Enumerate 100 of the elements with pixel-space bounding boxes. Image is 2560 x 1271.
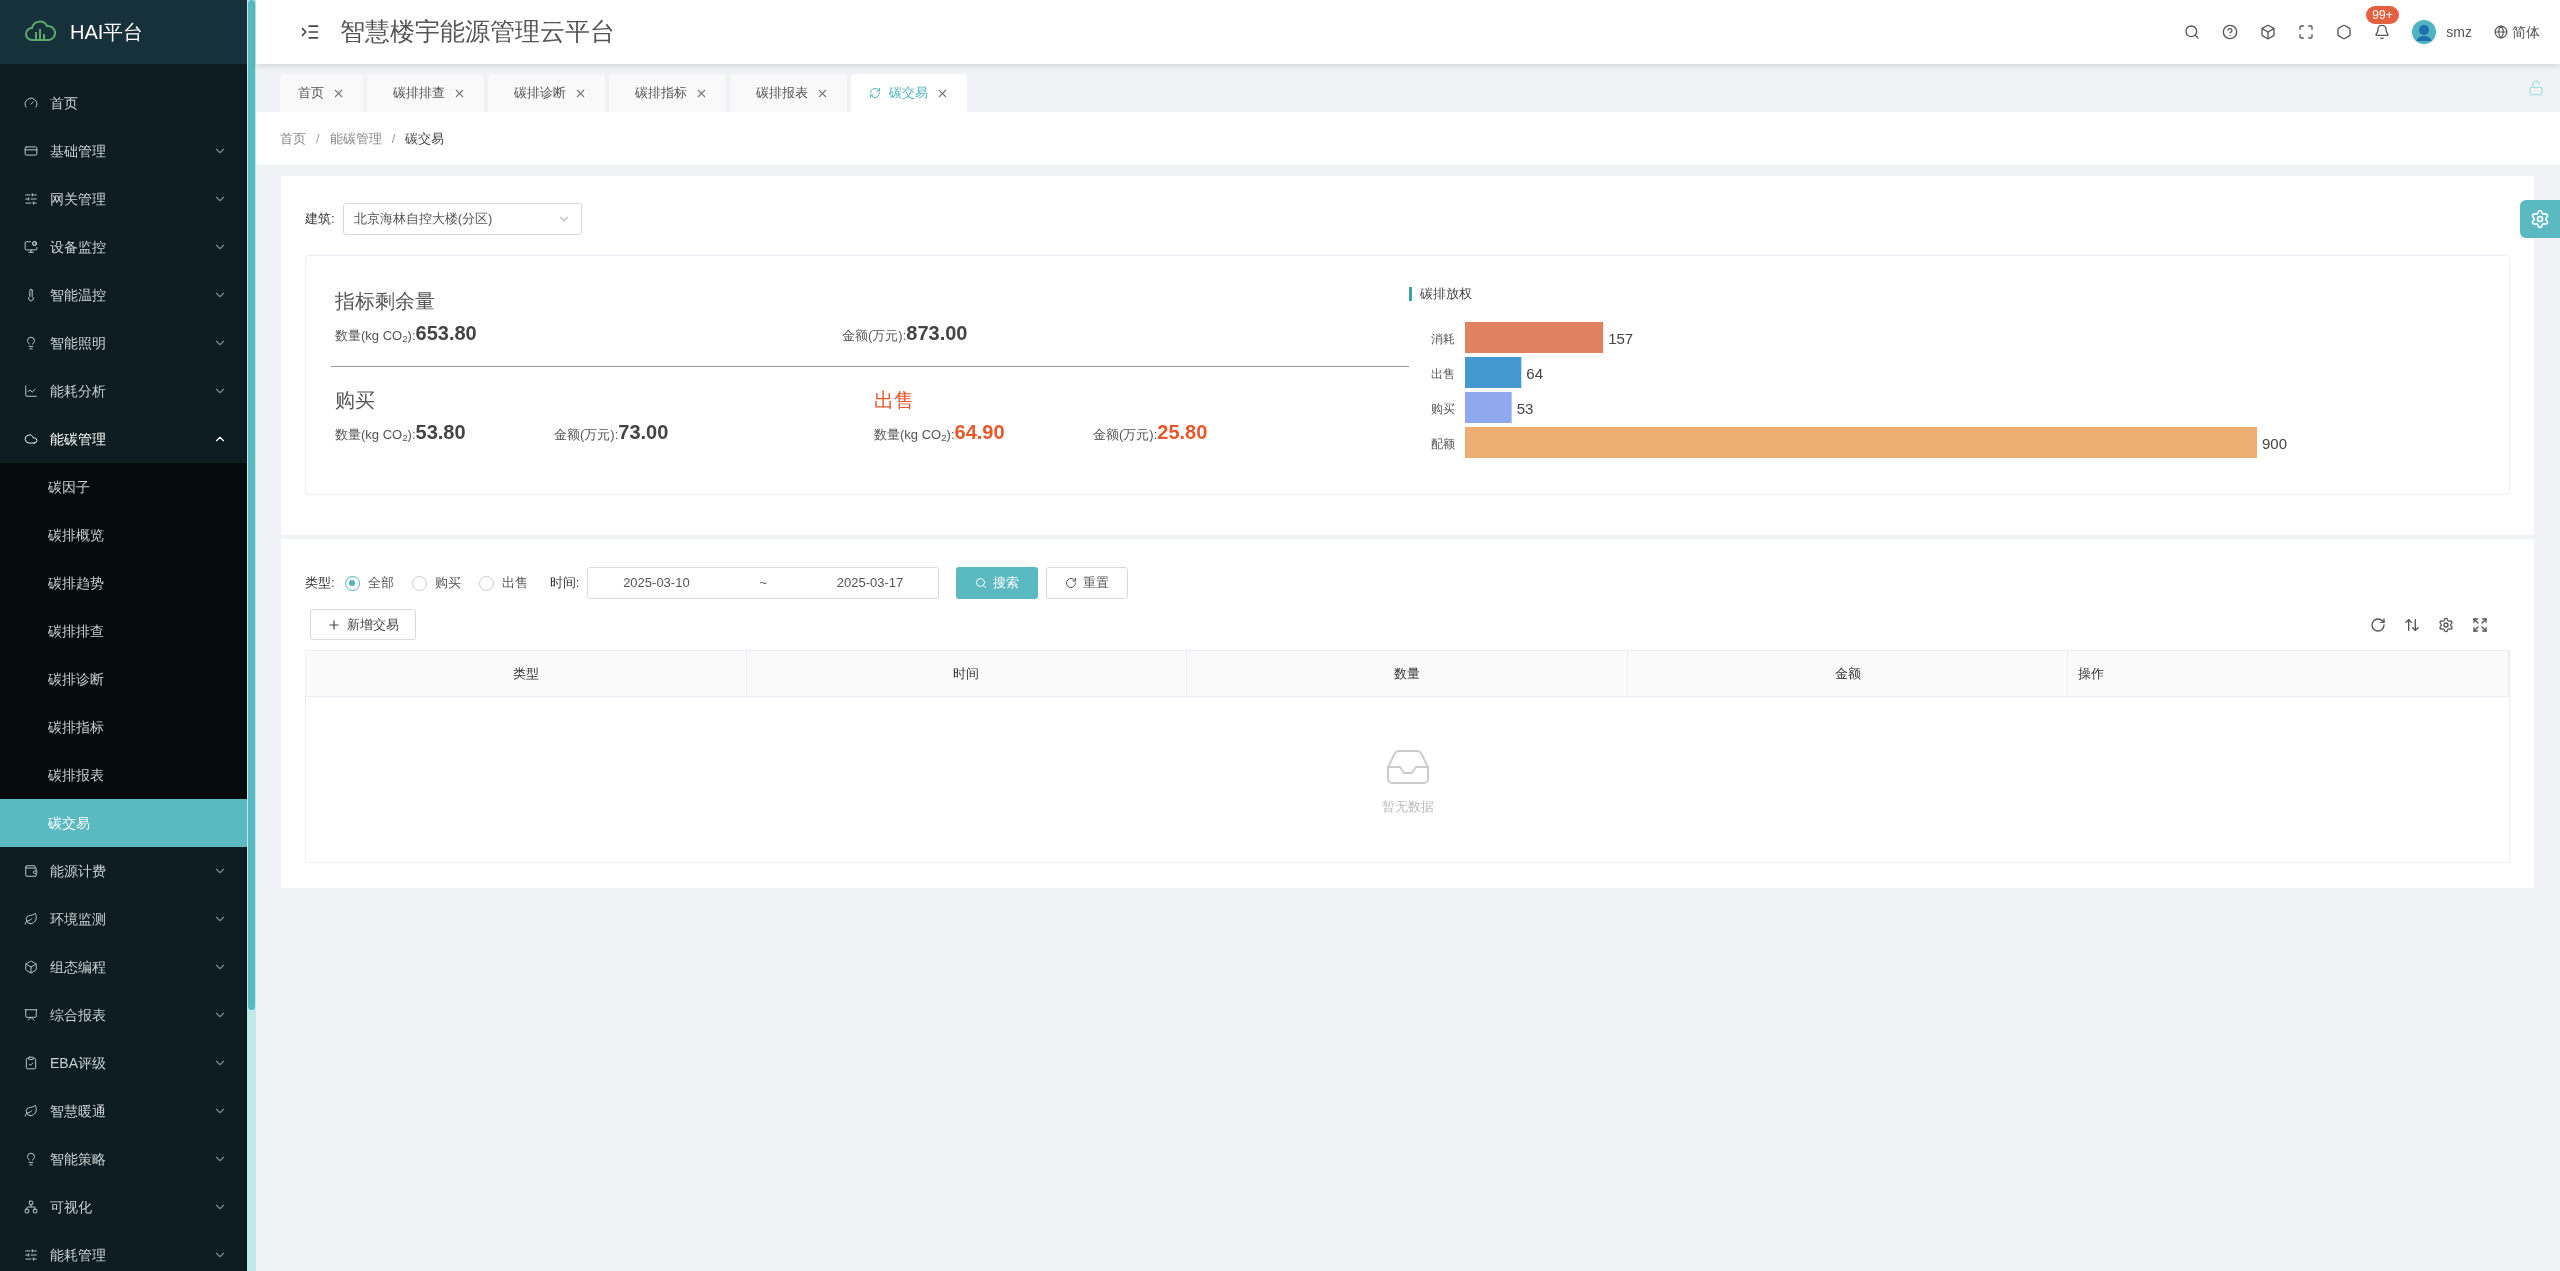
submenu-item[interactable]: 碳排概览 [0,511,247,559]
time-label: 时间: [549,574,580,593]
type-label: 类型: [305,574,335,593]
search-icon [975,577,988,589]
wallet-icon [24,864,38,878]
sidebar-item[interactable]: 能源计费 [0,847,247,895]
card-icon [24,144,38,158]
cloud-icon [24,432,38,446]
sidebar-item[interactable]: 首页 [0,79,247,127]
breadcrumb-item[interactable]: 首页 [280,128,306,149]
date-range-field[interactable]: 2025-03-10 ~ 2025-03-17 [587,567,940,599]
column-header: 数量 [1394,664,1420,683]
column-header: 时间 [953,664,980,683]
fullscreen-icon[interactable] [2298,24,2315,40]
tab[interactable]: 碳排指标 [609,74,726,112]
tab[interactable]: 碳排排查 [367,74,484,112]
scrollbar[interactable] [247,0,256,1271]
notification-icon[interactable] [2374,24,2391,40]
tab[interactable]: 碳排报表 [730,74,847,112]
axis-label: 配额 [1431,436,1455,450]
sliders-icon [24,192,38,206]
cube-icon[interactable] [2260,24,2277,40]
cube-icon [24,960,38,974]
axis-label: 购买 [1431,401,1455,415]
data-label: 53 [1516,399,1534,416]
help-icon[interactable] [2222,24,2239,40]
gauge-icon [24,96,38,110]
sidebar-item[interactable]: 智能策略 [0,1135,247,1183]
submenu-item[interactable]: 碳因子 [0,463,247,511]
quantity-label: 数量(kg CO$_{2}$): [874,427,955,445]
add-button[interactable]: 新增交易 [310,609,416,640]
data-label: 157 [1608,329,1634,346]
avatar[interactable] [2412,20,2437,44]
stat-title: 指标剩余量 [335,289,436,314]
sidebar-item[interactable]: EBA评级 [0,1039,247,1087]
chart-icon [24,384,38,398]
sidebar-item[interactable]: 设备监控 [0,223,247,271]
globe-icon[interactable] [2494,25,2508,39]
sidebar-item[interactable]: 智能照明 [0,319,247,367]
stat-title: 出售 [874,388,915,413]
sidebar-item[interactable]: 组态编程 [0,943,247,991]
refresh-icon[interactable] [2370,616,2386,633]
menu-icon[interactable] [300,22,320,42]
density-icon[interactable] [2404,616,2420,633]
sidebar-item[interactable]: 能耗管理 [0,1231,247,1271]
sidebar-item[interactable]: 综合报表 [0,991,247,1039]
fullscreen-icon[interactable] [2472,616,2488,633]
breadcrumb-item[interactable]: 能碳管理 [329,128,382,149]
reset-button[interactable]: 重置 [1046,567,1129,599]
column-header: 类型 [512,664,539,683]
submenu-item[interactable]: 碳排排查 [0,607,247,655]
breadcrumb-separator: / [316,129,320,148]
submenu-item[interactable]: 碳排诊断 [0,655,247,703]
lightbulb-icon [24,336,38,350]
plus-icon [327,617,341,632]
lightbulb-icon [24,1152,38,1166]
sidebar-item[interactable]: 能耗分析 [0,367,247,415]
empty-text: 暂无数据 [1381,797,1434,816]
radio-option[interactable]: 全部 [344,573,394,593]
sidebar-item[interactable]: 基础管理 [0,127,247,175]
column-header: 金额 [1834,664,1861,683]
sidebar-item[interactable]: 智慧暖通 [0,1087,247,1135]
submenu-item[interactable]: 碳排指标 [0,703,247,751]
sidebar-item[interactable]: 能碳管理 [0,415,247,463]
sidebar-item[interactable]: 可视化 [0,1183,247,1231]
quantity-label: 数量(kg CO$_{2}$): [335,427,416,445]
settings-icon [2530,209,2550,229]
refresh-icon [1065,577,1078,589]
quantity-value: 53.80 [415,420,466,445]
sidebar-item[interactable]: 网关管理 [0,175,247,223]
radio-option[interactable]: 购买 [411,573,461,593]
axis-label: 消耗 [1431,331,1455,345]
amount-value: 873.00 [906,321,968,346]
tab[interactable]: 碳排诊断 [488,74,605,112]
user-name[interactable]: smz [2446,21,2472,43]
submenu-item[interactable]: 碳排报表 [0,751,247,799]
tab[interactable]: 首页 [280,74,363,112]
clipboard-icon [24,1056,38,1070]
building-label: 建筑: [305,210,335,229]
network-icon [24,1200,38,1214]
sidebar-item[interactable]: 环境监测 [0,895,247,943]
presentation-icon [24,1008,38,1022]
quantity-label: 数量(kg CO$_{2}$): [335,328,416,346]
monitor-icon [24,240,38,254]
leaf-icon [24,912,38,926]
leaf-icon [24,1104,38,1118]
settings-icon[interactable] [2438,616,2454,633]
hexagon-icon[interactable] [2336,24,2353,40]
amount-label: 金额(万元): [842,328,907,345]
submenu-item[interactable]: 碳排趋势 [0,559,247,607]
amount-value: 25.80 [1157,420,1208,445]
radio-option[interactable]: 出售 [478,573,528,593]
language-selector[interactable]: 简体 [2512,21,2540,43]
search-icon[interactable] [2184,24,2201,40]
brand-name: HAI平台 [70,20,144,45]
amount-value: 73.00 [618,420,669,445]
breadcrumb-separator: / [391,129,396,148]
chart-title: 碳排放权 [1420,285,1472,303]
building-select[interactable]: 北京海林自控大楼(分区) [342,203,582,235]
sidebar-item[interactable]: 智能温控 [0,271,247,319]
